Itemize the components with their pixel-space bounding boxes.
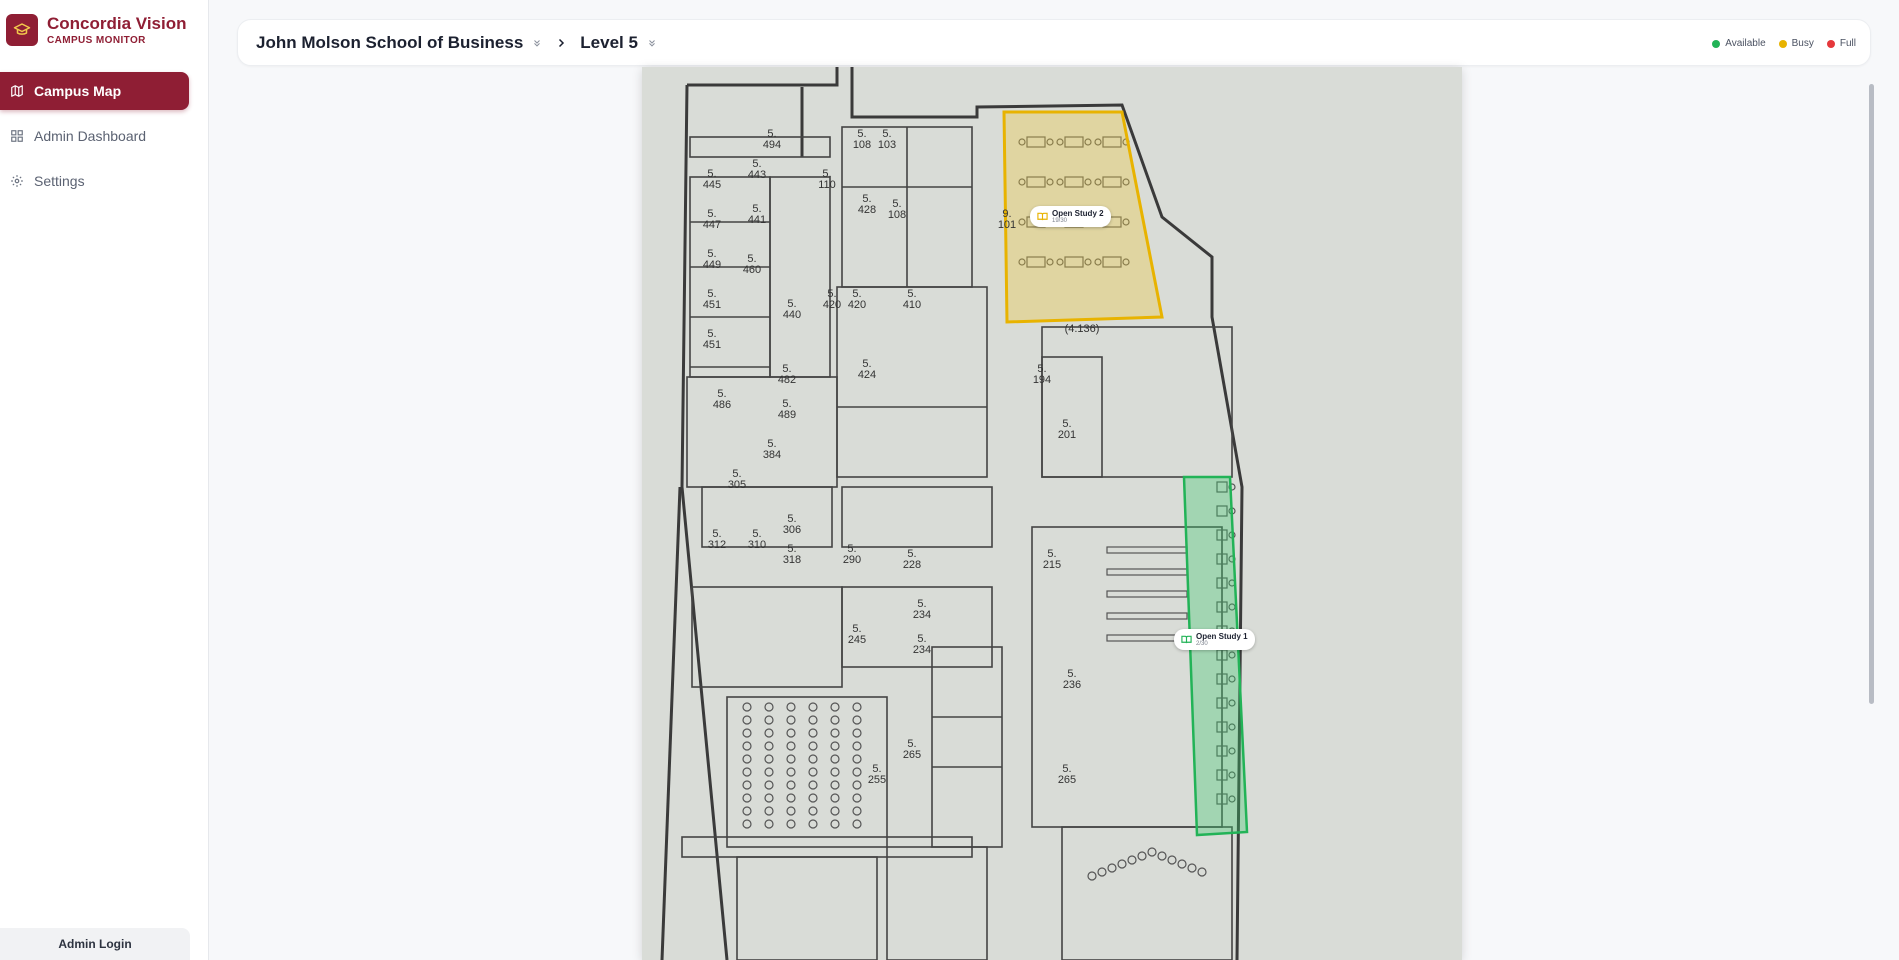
brand-subtitle: CAMPUS MONITOR [47,34,146,46]
room-label: 5. 215 [1043,548,1061,571]
zone-tag-open-study-2[interactable]: Open Study 2 19/30 [1030,206,1111,227]
room-label: 5. 494 [763,128,781,151]
legend-item-available: Available [1712,38,1766,49]
room-label: 5. 201 [1058,418,1076,441]
chevrons-down-icon [647,38,657,48]
room-label: 5. 445 [703,168,721,191]
sidebar-item-campus-map[interactable]: Campus Map [0,72,189,110]
room-label: 5. 384 [763,438,781,461]
room-label: 5. 482 [778,363,796,386]
book-icon [1181,634,1192,645]
room-label: 5. 234 [913,633,931,656]
map-icon [10,84,24,98]
room-label: 5. 441 [748,203,766,226]
room-label: 5. 443 [748,158,766,181]
zone-name: Open Study 1 [1196,631,1248,641]
sidebar-item-label: Settings [34,173,85,189]
room-label: 5. 305 [728,468,746,491]
zone-tag-open-study-1[interactable]: Open Study 1 2/30 [1174,629,1255,650]
zone-occupancy: 19/30 [1052,217,1068,224]
room-label: 5. 310 [748,528,766,551]
room-label: 5. 306 [783,513,801,536]
floor-plan-drawing: 5. 494 5. 108 5. 103 5. 445 5. 443 5. 110 5. 428 5. 108… [660,67,1249,960]
sidebar-item-label: Campus Map [34,83,122,99]
room-label: 5. 420 [848,288,866,311]
available-dot-icon [1712,39,1721,48]
room-label: 5. 228 [903,548,921,571]
floor-plan-map[interactable]: 5. 494 5. 108 5. 103 5. 445 5. 443 5. 110 5. 428 5. 108… [642,67,1462,960]
room-label: 5. 265 [903,738,921,761]
room-label: 5. 108 [888,198,906,221]
chevron-right-icon [555,37,567,49]
room-label: 5. 449 [703,248,721,271]
room-label: 5. 486 [713,388,731,411]
zone-name: Open Study 2 [1052,208,1104,218]
book-icon [1037,211,1048,222]
building-name: John Molson School of Business [256,32,524,52]
room-label: 5. 265 [1058,763,1076,786]
level-selector[interactable]: Level 5 [580,33,657,53]
room-label: (4.136) [1065,323,1100,335]
legend-item-busy: Busy [1778,38,1814,49]
legend-label: Available [1725,38,1766,49]
room-label: 5. 410 [903,288,921,311]
busy-dot-icon [1778,39,1787,48]
graduation-cap-icon [6,14,38,46]
brand: Concordia Vision CAMPUS MONITOR [0,0,208,60]
room-label: 5. 460 [743,253,761,276]
admin-login-button[interactable]: Admin Login [0,928,190,960]
legend-item-full: Full [1826,38,1856,49]
room-label: 5. 110 [818,168,836,191]
room-label: 5. 451 [703,288,721,311]
legend-label: Full [1839,38,1856,49]
status-legend: Available Busy Full [1699,20,1856,67]
room-label: 5. 420 [823,288,841,311]
room-label: 5. 245 [848,623,866,646]
sidebar-item-settings[interactable]: Settings [0,162,189,200]
room-label: 5. 234 [913,598,931,621]
scrollbar-thumb[interactable] [1869,84,1874,704]
sidebar-item-admin-dashboard[interactable]: Admin Dashboard [0,117,189,155]
room-label: 5. 489 [778,398,796,421]
gear-icon [10,174,24,188]
location-header: John Molson School of Business Level 5 A… [237,19,1871,66]
building-selector[interactable]: John Molson School of Business [256,33,542,53]
room-label: 5. 194 [1033,363,1051,386]
level-name: Level 5 [580,32,638,52]
legend-label: Busy [1791,38,1814,49]
sidebar-item-label: Admin Dashboard [34,128,147,144]
room-label: 5. 103 [878,128,896,151]
grid-icon [10,129,24,143]
room-label: 5. 108 [853,128,871,151]
sidebar-nav: Campus Map Admin Dashboard Settings [0,72,208,200]
room-label: 5. 312 [708,528,726,551]
zone-occupancy: 2/30 [1196,640,1208,647]
full-dot-icon [1826,39,1835,48]
room-label: 5. 236 [1063,668,1081,691]
room-label: 5. 440 [783,298,801,321]
room-label: 5. 255 [868,763,886,786]
brand-title: Concordia Vision [47,13,187,33]
room-label: 5. 428 [858,193,876,216]
sidebar: Concordia Vision CAMPUS MONITOR Campus M… [0,0,209,960]
open-study-1-zone [1182,475,1249,837]
room-label: 5. 451 [703,328,721,351]
scrollbar[interactable] [1867,67,1877,960]
chevrons-down-icon [532,38,542,48]
room-label: 5. 447 [703,208,721,231]
room-label: 5. 424 [858,358,876,381]
